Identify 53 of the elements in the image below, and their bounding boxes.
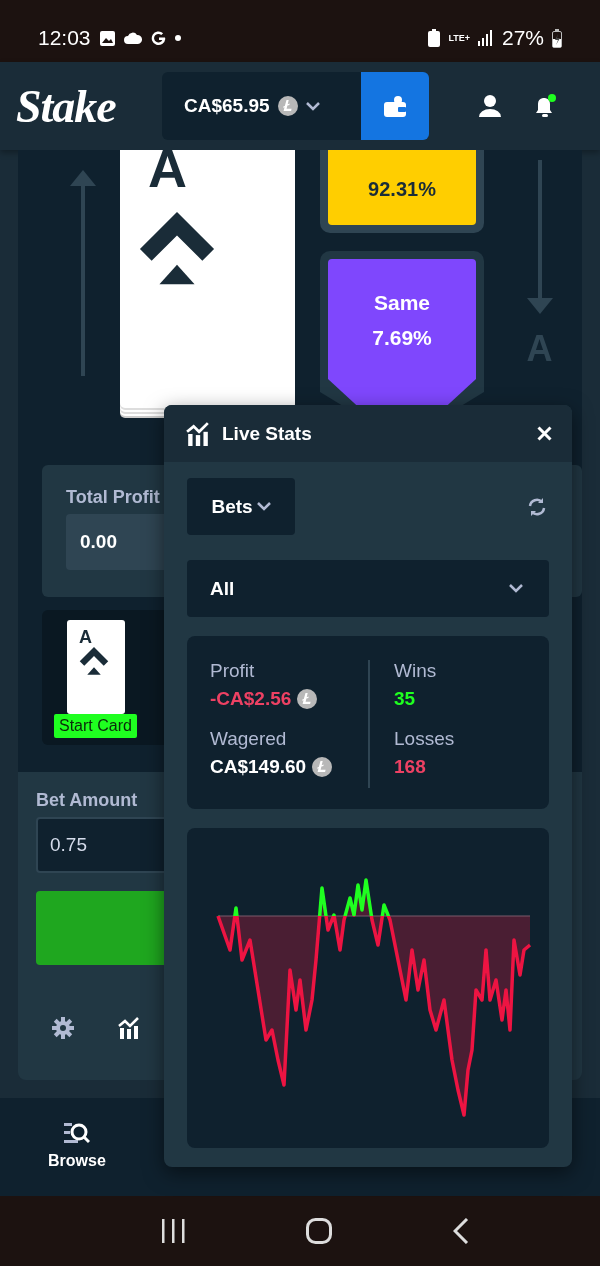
card-rank: A xyxy=(79,628,93,646)
stats-chart-icon[interactable] xyxy=(118,1017,140,1039)
wins-label: Wins xyxy=(394,660,438,682)
caret-icon xyxy=(256,502,271,511)
down-arrow-icon xyxy=(526,160,553,316)
higher-button[interactable]: 92.31% xyxy=(328,150,476,225)
wins-value: 35 xyxy=(394,687,416,711)
clock: 12:03 xyxy=(38,26,91,50)
battery-saver-icon xyxy=(428,29,441,47)
settings-icon[interactable] xyxy=(52,1017,74,1039)
litecoin-icon xyxy=(277,96,298,116)
browse-icon xyxy=(63,1122,90,1146)
logo[interactable]: Stake xyxy=(16,79,148,133)
wallet-icon xyxy=(383,95,407,117)
losses-label: Losses xyxy=(394,728,455,750)
g-letter-icon xyxy=(149,29,167,47)
losses-value: 168 xyxy=(394,755,426,779)
battery-icon xyxy=(552,28,562,48)
start-card-label: Start Card xyxy=(54,714,137,738)
balance-button[interactable]: CA$65.95 xyxy=(162,72,361,140)
caret-icon xyxy=(305,101,320,111)
recent-apps-icon[interactable] xyxy=(160,1219,185,1243)
litecoin-icon xyxy=(312,757,333,777)
bets-dropdown[interactable]: Bets xyxy=(187,478,295,535)
wallet-button[interactable] xyxy=(361,72,429,140)
caret-icon xyxy=(509,584,523,593)
panel-title: Live Stats xyxy=(222,422,313,445)
bet-amount-label: Bet Amount xyxy=(36,790,138,811)
battery-percent: 27% xyxy=(501,26,544,50)
up-arrow-icon xyxy=(70,168,96,378)
wagered-value: CA$149.60 xyxy=(210,755,307,779)
spade-icon xyxy=(79,647,109,676)
refresh-icon[interactable] xyxy=(527,496,547,517)
cloud-icon xyxy=(123,32,142,44)
range-select[interactable]: All xyxy=(187,560,549,617)
litecoin-icon xyxy=(297,689,318,709)
home-icon[interactable] xyxy=(306,1218,332,1244)
profit-label: Profit xyxy=(210,660,256,682)
nav-tab[interactable]: Browse xyxy=(48,1122,106,1170)
signal-icon xyxy=(477,30,494,46)
spade-icon xyxy=(138,212,216,287)
start-card[interactable]: A xyxy=(67,620,125,714)
user-icon[interactable] xyxy=(479,95,501,117)
back-icon[interactable] xyxy=(453,1218,470,1244)
profit-value: -CA$2.56 xyxy=(210,687,292,711)
dot-icon xyxy=(174,35,181,41)
wagered-label: Wagered xyxy=(210,728,288,750)
image-icon xyxy=(98,29,116,47)
notification-bell-icon[interactable] xyxy=(535,94,557,118)
stats-chart-icon xyxy=(186,421,210,446)
total-profit-label: Total Profit xyxy=(66,487,160,508)
card-rank: A xyxy=(148,150,188,188)
network-type: LTE+ xyxy=(448,33,470,43)
